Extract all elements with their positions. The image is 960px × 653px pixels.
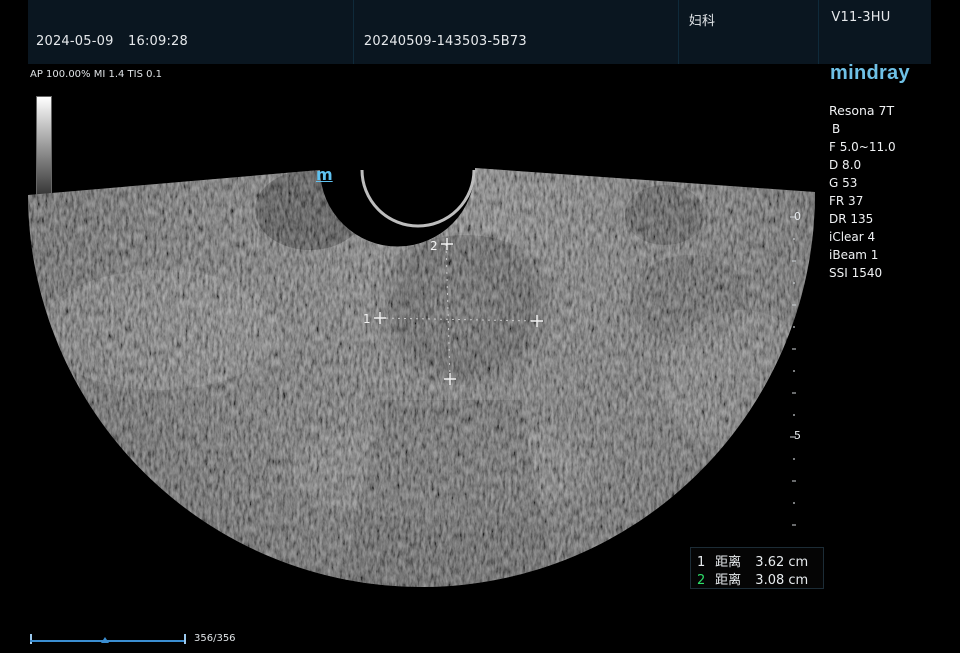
orientation-mark: m [316,165,333,184]
probe-footprint [360,169,476,228]
measurement-row-2: 2 距离 3.08 cm [697,569,808,588]
caliper-2-marker: 2 [430,239,438,253]
measurement-value-1: 3.62 cm [755,555,809,570]
cine-frame-counter: 356/356 [194,633,236,644]
imaging-mode: B [832,122,841,136]
cine-playhead[interactable] [101,637,109,643]
iclear-param: iClear 4 [829,230,876,244]
ibeam-param: iBeam 1 [829,248,879,262]
depth-ticks [790,216,796,526]
depth-param: D 8.0 [829,158,862,172]
depth-label-0: 0 [794,210,801,223]
frequency-param: F 5.0~11.0 [829,140,896,154]
system-model: Resona 7T [829,103,895,118]
ssi-param: SSI 1540 [829,266,883,280]
caliper-1-marker: 1 [363,312,371,326]
measurement-results: 1 距离 3.62 cm 2 距离 3.08 cm [690,547,824,589]
gain-param: G 53 [829,176,858,190]
imaging-parameters: Resona 7T B F 5.0~11.0 D 8.0 G 53 FR 37 … [829,102,896,282]
measurement-label-2: 距离 [715,573,742,588]
cine-end-marker [184,634,186,644]
measurement-label-1: 距离 [715,555,742,570]
measurement-index-1: 1 [697,555,706,570]
measurement-value-2: 3.08 cm [755,573,809,588]
dynamic-range-param: DR 135 [829,212,874,226]
measurement-row-1: 1 距离 3.62 cm [697,551,808,570]
depth-scale: 0 5 [770,200,820,540]
frame-rate-param: FR 37 [829,194,864,208]
depth-label-5: 5 [794,429,801,442]
cine-start-marker [30,634,32,644]
measurement-index-2: 2 [697,573,706,588]
